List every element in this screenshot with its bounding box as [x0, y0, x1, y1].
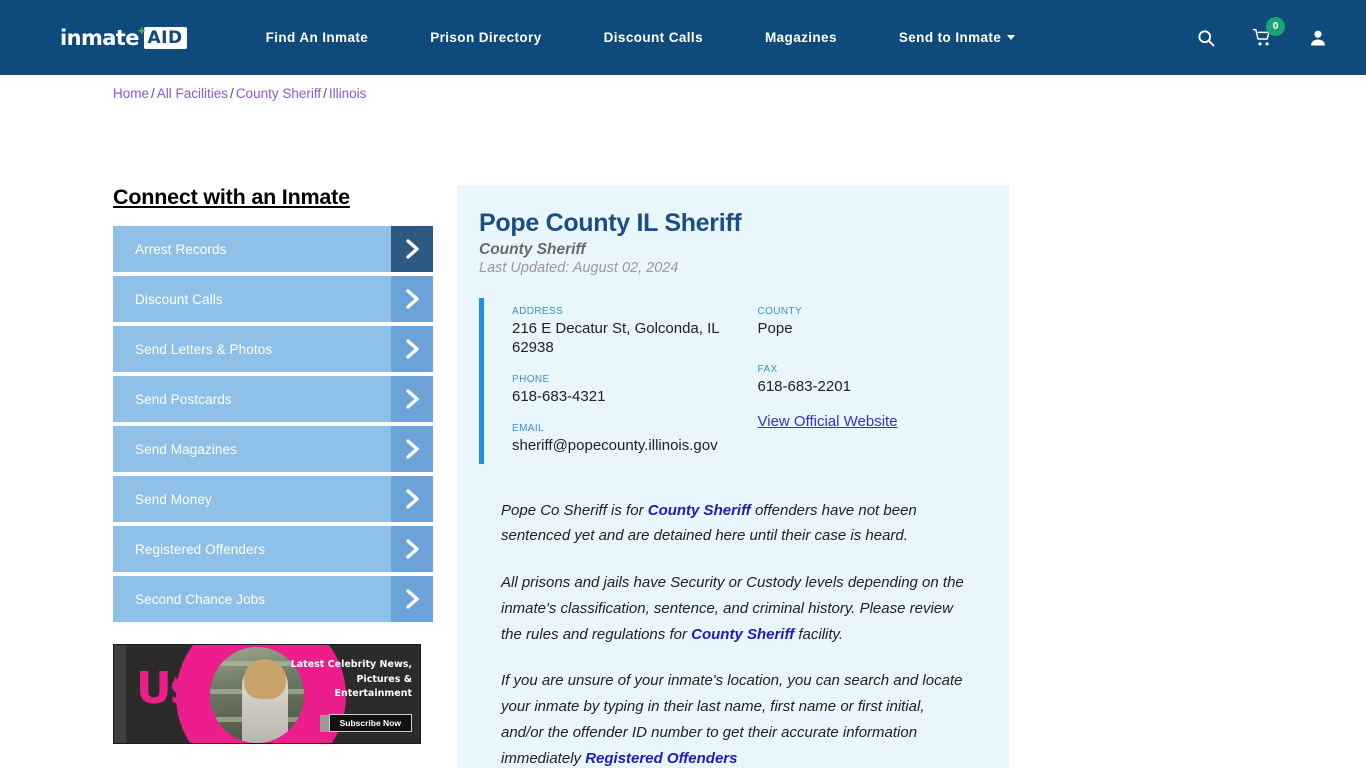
chevron-down-icon	[1007, 34, 1016, 40]
sidebar-item-label: Discount Calls	[135, 291, 223, 307]
contact-column-right: COUNTY Pope FAX 618-683-2201 View Offici…	[748, 306, 984, 456]
breadcrumb-separator: /	[230, 86, 234, 101]
fax-label: FAX	[757, 363, 778, 375]
chevron-right-icon	[391, 376, 433, 422]
site-logo[interactable]: inmate + AID	[60, 23, 187, 53]
cart-count-badge: 0	[1266, 16, 1285, 36]
paragraph-1-text-a: Pope Co Sheriff is for	[501, 501, 648, 519]
nav-item-magazines[interactable]: Magazines	[734, 20, 868, 55]
sidebar-item-registered-offenders[interactable]: Registered Offenders	[113, 526, 433, 572]
registered-offenders-link[interactable]: Registered Offenders	[585, 746, 737, 768]
sidebar-item-label: Arrest Records	[135, 241, 227, 257]
facility-description: Pope Co Sheriff is for County Sheriff of…	[479, 498, 983, 768]
contact-county: COUNTY Pope	[758, 306, 984, 338]
nav-item-find-an-inmate[interactable]: Find An Inmate	[235, 20, 400, 55]
chevron-right-icon	[391, 226, 433, 272]
page-content: Connect with an Inmate Arrest Records Di…	[0, 75, 1366, 768]
address-label: ADDRESS	[512, 305, 564, 317]
chevron-right-icon	[391, 576, 433, 622]
nav-item-send-to-inmate[interactable]: Send to Inmate	[868, 20, 1046, 55]
sidebar-item-arrest-records[interactable]: Arrest Records	[113, 226, 433, 272]
chevron-right-icon	[391, 526, 433, 572]
sidebar-item-send-letters-photos[interactable]: Send Letters & Photos	[113, 326, 433, 372]
view-official-website-link[interactable]: View Official Website	[758, 413, 898, 430]
facility-last-updated: Last Updated: August 02, 2024	[479, 259, 679, 276]
sidebar: Connect with an Inmate Arrest Records Di…	[113, 185, 433, 768]
nav-item-prison-directory[interactable]: Prison Directory	[399, 20, 572, 55]
sidebar-item-discount-calls[interactable]: Discount Calls	[113, 276, 433, 322]
logo-plus-icon: +	[137, 23, 146, 38]
phone-value: 618-683-4321	[512, 388, 606, 406]
fax-value: 618-683-2201	[757, 377, 851, 395]
contact-address: ADDRESS 216 E Decatur St, Golconda, IL 6…	[512, 306, 748, 357]
county-value: Pope	[757, 319, 793, 337]
page-title: Pope County IL Sheriff	[479, 209, 742, 237]
sidebar-item-send-magazines[interactable]: Send Magazines	[113, 426, 433, 472]
ad-brand-dots: ▪▪▪▪	[174, 674, 190, 683]
facility-type: County Sheriff	[479, 240, 586, 258]
facility-card: Pope County IL Sheriff County Sheriff La…	[457, 185, 1009, 768]
chevron-right-icon	[391, 326, 433, 372]
contact-website: View Official Website	[758, 413, 984, 431]
sidebar-item-label: Send Money	[135, 491, 212, 507]
nav-label: Magazines	[765, 30, 837, 45]
nav-label: Find An Inmate	[265, 30, 369, 45]
paragraph-1-link[interactable]: County Sheriff	[648, 502, 751, 519]
address-value: 216 E Decatur St, Golconda, IL 62938	[512, 319, 720, 356]
ad-photo-hair	[244, 659, 286, 699]
header-icon-group: 0	[1194, 16, 1330, 50]
sidebar-item-label: Second Chance Jobs	[135, 591, 266, 607]
ad-headline: Latest Celebrity News, Pictures & Entert…	[290, 659, 412, 700]
ad-subscribe-button[interactable]: Subscribe Now	[328, 714, 412, 732]
breadcrumb-item-county-sheriff[interactable]: County Sheriff	[236, 86, 321, 101]
sidebar-item-label: Send Letters & Photos	[135, 341, 273, 357]
chevron-right-icon	[391, 426, 433, 472]
sidebar-item-send-postcards[interactable]: Send Postcards	[113, 376, 433, 422]
primary-navigation: Find An Inmate Prison Directory Discount…	[235, 20, 1176, 55]
sidebar-title: Connect with an Inmate	[113, 185, 350, 209]
contact-column-left: ADDRESS 216 E Decatur St, Golconda, IL 6…	[512, 306, 748, 456]
search-icon[interactable]	[1194, 26, 1218, 50]
cart-icon[interactable]: 0	[1250, 16, 1285, 50]
breadcrumb-item-illinois[interactable]: Illinois	[329, 86, 367, 101]
breadcrumb-separator: /	[323, 86, 327, 101]
contact-phone: PHONE 618-683-4321	[512, 374, 748, 406]
sidebar-item-send-money[interactable]: Send Money	[113, 476, 433, 522]
logo-text-aid: AID	[144, 26, 187, 49]
description-paragraph-3: If you are unsure of your inmate's locat…	[501, 668, 969, 768]
contact-email: EMAIL sheriff@popecounty.illinois.gov	[512, 423, 748, 455]
breadcrumb: Home / All Facilities / County Sheriff / Illin…	[113, 86, 366, 101]
contact-fax: FAX 618-683-2201	[758, 364, 984, 396]
breadcrumb-item-home[interactable]: Home	[113, 86, 149, 101]
email-value: sheriff@popecounty.illinois.gov	[512, 437, 718, 455]
description-paragraph-2: All prisons and jails have Security or C…	[501, 570, 969, 647]
county-label: COUNTY	[757, 305, 803, 317]
description-paragraph-1: Pope Co Sheriff is for County Sheriff of…	[501, 498, 969, 550]
main-column: Pope County IL Sheriff County Sheriff La…	[457, 185, 1009, 768]
facility-contact-info: ADDRESS 216 E Decatur St, Golconda, IL 6…	[479, 297, 984, 464]
ad-left-strip	[114, 645, 126, 743]
nav-label: Send to Inmate	[898, 30, 1002, 45]
site-header: inmate + AID Find An Inmate Prison Directo…	[0, 0, 1366, 75]
nav-item-discount-calls[interactable]: Discount Calls	[573, 20, 734, 55]
logo-text-inmate: inmate	[60, 25, 139, 50]
email-label: EMAIL	[512, 423, 545, 435]
paragraph-2-text-b: facility.	[794, 625, 844, 643]
sidebar-item-second-chance-jobs[interactable]: Second Chance Jobs	[113, 576, 433, 622]
chevron-right-icon	[391, 476, 433, 522]
breadcrumb-separator: /	[151, 86, 155, 101]
advertisement-banner[interactable]: Us ▪▪▪▪ Latest Celebrity News, Pictures …	[113, 644, 421, 744]
chevron-right-icon	[391, 276, 433, 322]
sidebar-item-label: Send Postcards	[135, 391, 232, 407]
user-account-icon[interactable]	[1306, 26, 1330, 50]
sidebar-item-label: Send Magazines	[135, 441, 237, 457]
phone-label: PHONE	[512, 374, 550, 386]
sidebar-item-label: Registered Offenders	[135, 541, 266, 557]
breadcrumb-item-all-facilities[interactable]: All Facilities	[157, 86, 228, 101]
paragraph-2-link[interactable]: County Sheriff	[691, 626, 794, 643]
nav-label: Prison Directory	[430, 30, 542, 45]
nav-label: Discount Calls	[603, 30, 703, 45]
